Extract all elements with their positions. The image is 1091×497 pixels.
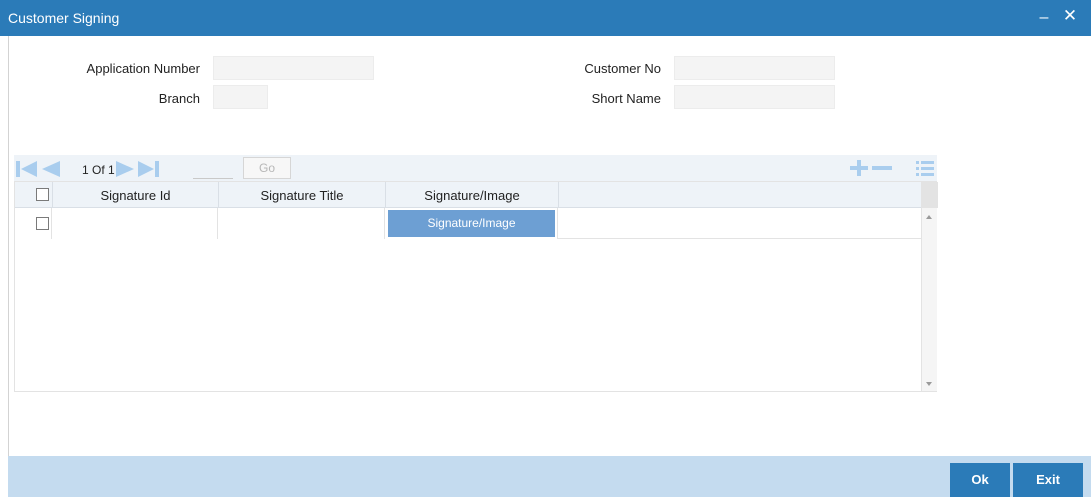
column-header-signature-id[interactable]: Signature Id [53,188,218,203]
single-record-view-icon[interactable] [916,160,934,178]
grid-toolbar: 1 Of 1 Go [14,155,937,181]
short-name-field[interactable] [674,85,835,109]
grid-scrollbar[interactable] [921,182,938,391]
signature-title-cell[interactable] [218,208,385,239]
footer-bar: Ok Exit [8,456,1091,497]
signature-image-button[interactable]: Signature/Image [388,210,555,237]
page-indicator: 1 Of 1 [82,163,115,177]
minimize-icon[interactable]: – [1038,10,1050,26]
branch-field[interactable] [213,85,268,109]
table-row: Signature/Image [15,208,921,239]
select-all-checkbox[interactable] [36,188,49,201]
column-separator [558,182,559,208]
column-header-signature-image[interactable]: Signature/Image [386,188,558,203]
ok-button[interactable]: Ok [950,463,1010,497]
grid-header: Signature Id Signature Title Signature/I… [15,182,921,208]
close-icon[interactable]: ✕ [1062,7,1078,25]
last-page-icon[interactable] [138,161,160,177]
customer-no-field[interactable] [674,56,835,80]
row-checkbox[interactable] [36,217,49,230]
scroll-up-icon[interactable] [926,215,932,219]
prev-page-icon[interactable] [42,161,60,177]
go-button[interactable]: Go [243,157,291,179]
exit-button[interactable]: Exit [1013,463,1083,497]
customer-no-label: Customer No [584,61,661,76]
column-header-signature-title[interactable]: Signature Title [219,188,385,203]
scroll-down-icon[interactable] [926,382,932,386]
row-select-cell [15,208,52,239]
remove-row-icon[interactable] [872,160,892,176]
window-title: Customer Signing [8,10,120,26]
signature-id-cell[interactable] [52,208,218,239]
short-name-label: Short Name [591,91,661,106]
add-row-icon[interactable] [850,160,868,176]
title-bar: Customer Signing – ✕ [0,0,1091,36]
signature-grid: Signature Id Signature Title Signature/I… [14,181,938,392]
application-number-field[interactable] [213,56,374,80]
application-number-label: Application Number [86,61,200,76]
first-page-icon[interactable] [16,161,38,177]
scrollbar-header-block [922,182,938,208]
page-number-input[interactable] [193,155,233,179]
branch-label: Branch [158,91,200,106]
next-page-icon[interactable] [116,161,134,177]
